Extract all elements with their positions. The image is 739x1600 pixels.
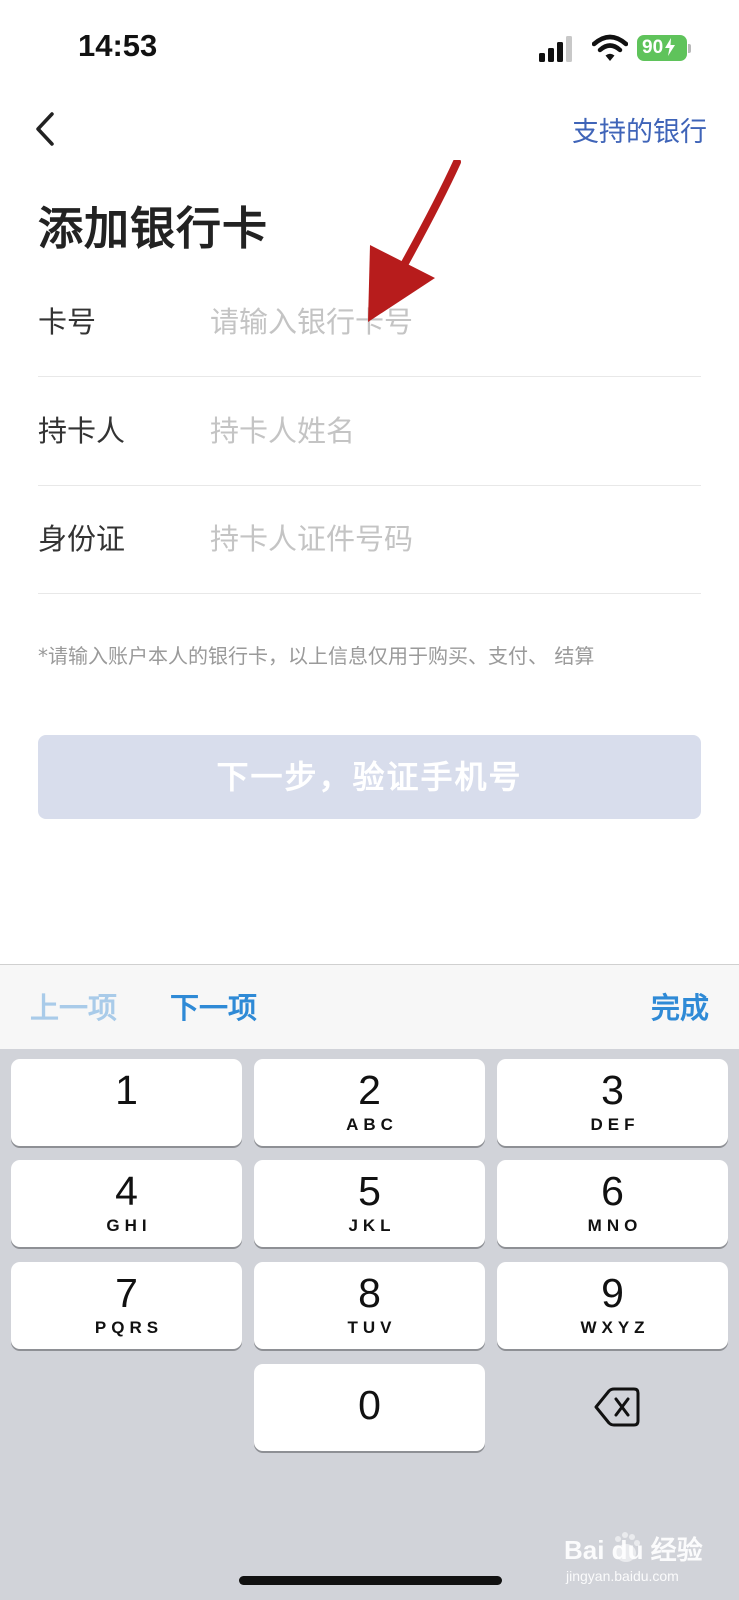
key-9[interactable]: 9 WXYZ (497, 1262, 728, 1349)
cardholder-label: 持卡人 (38, 414, 126, 448)
battery-cap (688, 44, 691, 53)
key-8[interactable]: 8 TUV (254, 1262, 485, 1349)
watermark-logo-text: Bai du 经验 (564, 1535, 703, 1565)
key-letters: ABC (346, 1115, 398, 1134)
wifi-icon (592, 34, 628, 61)
key-digit: 0 (358, 1382, 381, 1428)
status-time: 14:53 (78, 28, 158, 63)
card-number-label: 卡号 (38, 305, 97, 339)
key-digit: 1 (115, 1067, 138, 1113)
key-digit: 8 (358, 1270, 381, 1316)
chevron-left-icon (36, 112, 54, 146)
key-digit: 4 (115, 1168, 138, 1214)
key-0[interactable]: 0 (254, 1364, 485, 1451)
back-button[interactable] (30, 108, 66, 152)
key-letters: MNO (587, 1216, 643, 1235)
home-indicator (239, 1576, 502, 1585)
key-6[interactable]: 6 MNO (497, 1160, 728, 1247)
key-letters: WXYZ (580, 1318, 650, 1337)
charging-bolt-icon (665, 38, 676, 56)
key-letters: JKL (348, 1216, 396, 1235)
key-digit: 2 (358, 1067, 381, 1113)
next-field-button[interactable]: 下一项 (170, 985, 257, 1027)
keyboard-accessory-bar: 上一项 下一项 完成 (0, 964, 739, 1049)
key-digit: 6 (601, 1168, 624, 1214)
key-7[interactable]: 7 PQRS (11, 1262, 242, 1349)
next-verify-phone-button[interactable]: 下一步，验证手机号 (38, 735, 701, 819)
key-digit: 5 (358, 1168, 381, 1214)
cardholder-row: 持卡人 (38, 377, 701, 486)
key-digit: 3 (601, 1067, 624, 1113)
numeric-keypad: 1 2 ABC 3 DEF 4 GHI 5 JKL 6 MNO 7 PQRS 8 TUV 9 W… (0, 1049, 739, 1600)
battery-level: 90 (642, 37, 664, 58)
key-5[interactable]: 5 JKL (254, 1160, 485, 1247)
privacy-notice: *请输入账户本人的银行卡，以上信息仅用于购买、支付、 结算 (38, 644, 595, 668)
key-digit: 7 (115, 1270, 138, 1316)
id-number-input[interactable] (210, 515, 690, 563)
delete-key[interactable] (497, 1364, 728, 1451)
key-letters: TUV (347, 1318, 397, 1337)
watermark-url: jingyan.baidu.com (566, 1568, 679, 1584)
key-1[interactable]: 1 (11, 1059, 242, 1146)
key-letters: PQRS (94, 1318, 164, 1337)
done-button[interactable]: 完成 (651, 985, 709, 1027)
backspace-icon (594, 1387, 640, 1427)
cardholder-name-input[interactable] (210, 407, 690, 455)
key-digit: 9 (601, 1270, 624, 1316)
previous-field-button[interactable]: 上一项 (30, 985, 117, 1027)
cellular-signal-icon (539, 36, 572, 62)
page-title: 添加银行卡 (38, 202, 269, 255)
id-number-label: 身份证 (38, 522, 126, 556)
status-bar: 14:53 90 (0, 0, 739, 96)
key-letters: GHI (106, 1216, 152, 1235)
id-number-row: 身份证 (38, 485, 701, 594)
key-2[interactable]: 2 ABC (254, 1059, 485, 1146)
key-letters: DEF (590, 1115, 640, 1134)
supported-banks-link[interactable]: 支持的银行 (572, 110, 707, 149)
key-4[interactable]: 4 GHI (11, 1160, 242, 1247)
battery-indicator: 90 (637, 35, 687, 61)
annotation-arrow-icon (368, 160, 461, 322)
key-3[interactable]: 3 DEF (497, 1059, 728, 1146)
